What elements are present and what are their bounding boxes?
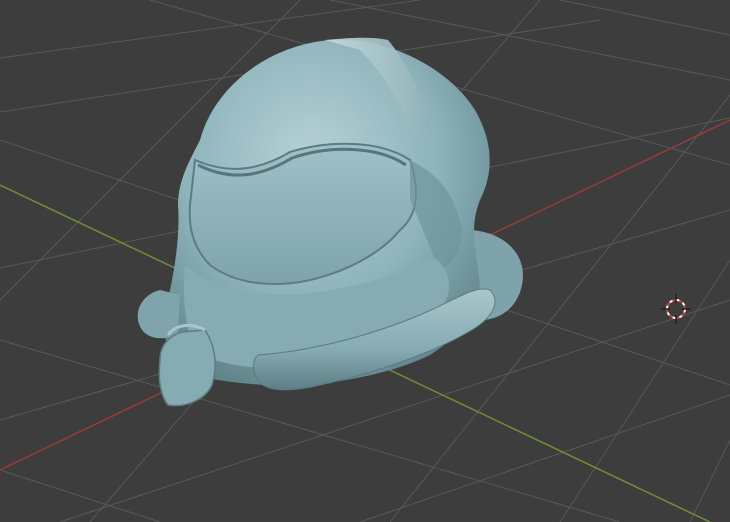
helmet-mesh[interactable]: [137, 37, 523, 407]
viewport-scene: [0, 0, 730, 522]
3d-viewport[interactable]: [0, 0, 730, 522]
3d-cursor-icon[interactable]: [661, 294, 691, 324]
